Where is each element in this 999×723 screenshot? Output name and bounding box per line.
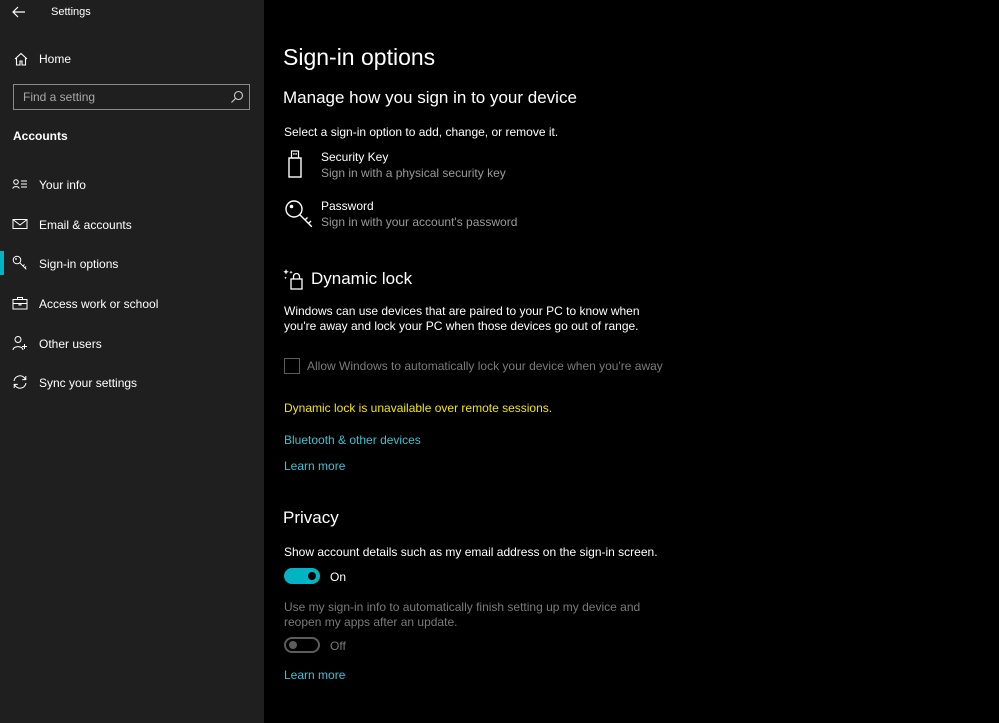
sidebar-item-access-work[interactable]: Access work or school	[0, 286, 264, 320]
page-title: Sign-in options	[283, 44, 436, 70]
home-icon	[14, 52, 28, 66]
bluetooth-devices-link[interactable]: Bluetooth & other devices	[284, 433, 421, 447]
sidebar-item-label: Sync your settings	[39, 376, 138, 390]
sidebar-item-your-info[interactable]: Your info	[0, 167, 264, 201]
sidebar-item-label: Other users	[39, 337, 102, 351]
toggle-state-label: Off	[330, 639, 346, 653]
privacy-heading: Privacy	[283, 508, 339, 527]
page-subtitle: Manage how you sign in to your device	[283, 88, 577, 107]
sidebar-item-other-users[interactable]: Other users	[0, 326, 264, 360]
section-label-accounts: Accounts	[13, 129, 68, 143]
checkbox-label: Allow Windows to automatically lock your…	[307, 359, 663, 373]
sidebar: Settings Home Accounts Your info Email &…	[0, 0, 264, 723]
search-box	[13, 84, 250, 110]
dynamic-lock-description: Windows can use devices that are paired …	[284, 304, 644, 334]
description-line: Use my sign-in info to automatically fin…	[284, 600, 641, 614]
toggle-knob	[289, 641, 297, 649]
remote-session-warning: Dynamic lock is unavailable over remote …	[284, 401, 553, 415]
key-icon	[12, 255, 27, 270]
show-details-text: Show account details such as my email ad…	[284, 545, 658, 559]
description-line: reopen my apps after an update.	[284, 615, 458, 629]
show-account-details-toggle[interactable]	[284, 568, 320, 584]
signin-info-description: Use my sign-in info to automatically fin…	[284, 600, 704, 630]
option-description: Sign in with your account's password	[321, 215, 518, 229]
person-add-icon	[12, 336, 27, 351]
home-label: Home	[39, 52, 72, 66]
search-input[interactable]	[14, 85, 224, 109]
description-line: you're away and lock your PC when those …	[284, 319, 639, 333]
main-content: Sign-in options Manage how you sign in t…	[264, 0, 999, 723]
sync-icon	[13, 375, 27, 389]
option-title: Security Key	[321, 150, 389, 164]
sidebar-item-label: Email & accounts	[39, 218, 132, 232]
mail-icon	[12, 219, 28, 229]
search-icon[interactable]	[230, 90, 244, 104]
toggle-state-label: On	[330, 570, 347, 584]
instruction-text: Select a sign-in option to add, change, …	[284, 125, 559, 139]
auto-lock-checkbox-row: Allow Windows to automatically lock your…	[284, 357, 684, 377]
title-bar: Settings	[0, 0, 264, 26]
learn-more-link-dynamic-lock[interactable]: Learn more	[284, 459, 345, 473]
use-signin-info-toggle[interactable]	[284, 637, 320, 653]
usb-key-icon	[288, 150, 302, 178]
option-password[interactable]: Password Sign in with your account's pas…	[284, 199, 684, 235]
sidebar-item-sign-in-options[interactable]: Sign-in options	[0, 246, 264, 280]
auto-lock-checkbox[interactable]	[284, 358, 300, 374]
person-card-icon	[12, 179, 27, 189]
back-arrow-icon	[12, 6, 25, 18]
option-description: Sign in with a physical security key	[321, 166, 506, 180]
briefcase-icon	[12, 297, 28, 310]
description-line: Windows can use devices that are paired …	[284, 304, 640, 318]
option-security-key[interactable]: Security Key Sign in with a physical sec…	[284, 150, 684, 186]
sidebar-item-home[interactable]: Home	[0, 46, 264, 72]
dynamic-lock-icon	[283, 269, 303, 290]
active-indicator	[0, 251, 4, 275]
sidebar-item-sync-settings[interactable]: Sync your settings	[0, 365, 264, 399]
password-key-icon	[285, 200, 313, 228]
section-title: Dynamic lock	[311, 269, 413, 288]
option-title: Password	[321, 199, 374, 213]
sidebar-item-label: Access work or school	[39, 297, 159, 311]
app-title: Settings	[51, 6, 91, 18]
learn-more-link-privacy[interactable]: Learn more	[284, 668, 345, 682]
back-button[interactable]	[8, 2, 30, 22]
sidebar-item-label: Sign-in options	[39, 257, 119, 271]
sidebar-item-email-accounts[interactable]: Email & accounts	[0, 207, 264, 241]
toggle-knob	[308, 572, 316, 580]
sidebar-item-label: Your info	[39, 178, 86, 192]
